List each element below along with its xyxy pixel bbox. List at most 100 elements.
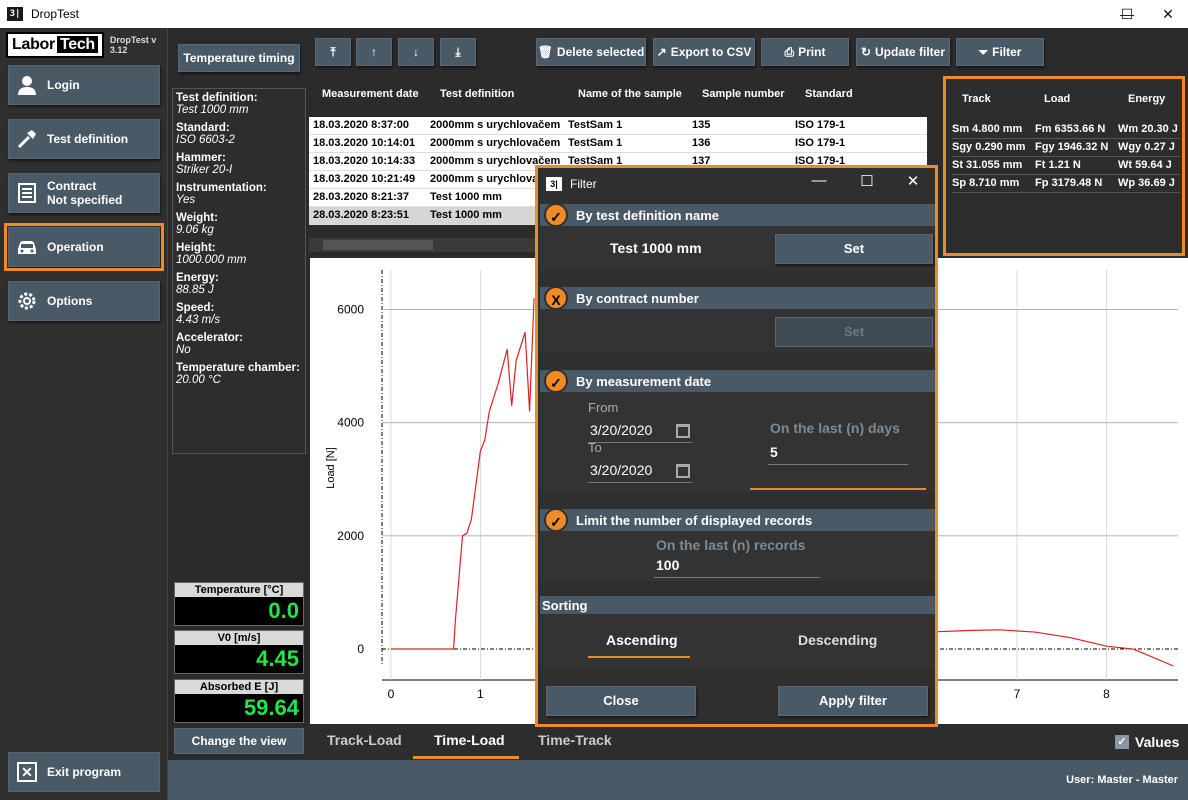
values-label: Values [1135,734,1180,750]
user-icon [15,73,39,97]
exit-icon: ✕ [17,762,37,782]
check-icon[interactable]: ✓ [544,369,568,393]
operation-label: Operation [47,240,104,254]
info-item: Hammer: Striker 20-I [176,152,233,176]
tab-time-track[interactable]: Time-Track [538,732,612,748]
to-date-input[interactable]: 3/20/2020 [590,462,652,478]
test-definition-button[interactable]: Test definition [8,119,160,159]
section-measurement-date[interactable]: ✓ By measurement date [540,369,935,393]
version-label: DropTest v 3.12 [109,35,157,55]
sort-descending[interactable]: Descending [798,632,877,648]
column-header[interactable]: Standard [805,88,853,100]
contract-button[interactable]: Contract Not specified [8,173,160,213]
load-series-line [390,298,535,650]
results-header-load: Load [1044,93,1071,105]
toolbar: ⤒ ↑ ↓ ⤓ 🗑 Delete selected ↗ Export to CSV … [309,28,1188,74]
close-icon[interactable]: ✕ [1150,0,1186,28]
set-contract-button[interactable]: Set [775,317,933,347]
check-icon[interactable]: ✓ [544,203,568,227]
column-header[interactable]: Test definition [440,88,514,100]
column-header[interactable]: Name of the sample [578,88,682,100]
tab-time-load[interactable]: Time-Load [434,732,505,748]
table-row[interactable]: 18.03.2020 10:14:01 2000mm s urychlovačem… [309,135,927,153]
y-tick-label: 2000 [337,529,364,543]
arrow-bottom-icon: ⤓ [455,44,461,59]
results-row: Sgy 0.290 mm Fgy 1946.32 N Wgy 0.27 J [952,139,1180,157]
section-contract-number[interactable]: X By contract number [540,286,935,310]
x-tick-label: 8 [1103,687,1110,701]
maximize-icon[interactable]: ☐ [1116,0,1138,28]
section-test-definition[interactable]: ✓ By test definition name [540,203,935,227]
last-records-label: On the last (n) records [656,537,806,553]
delete-selected-button[interactable]: 🗑 Delete selected [536,38,646,66]
hammer-icon [15,127,39,151]
set-test-definition-button[interactable]: Set [775,234,933,264]
cross-icon[interactable]: X [544,286,568,310]
scrollbar-thumb[interactable] [323,240,433,250]
to-label: To [588,440,602,455]
minimize-icon[interactable]: — [804,172,834,189]
check-icon[interactable]: ✓ [544,508,568,532]
move-down-button[interactable]: ↓ [398,38,434,66]
results-row: Sp 8.710 mm Fp 3179.48 N Wp 36.69 J [952,175,1180,193]
arrow-top-icon: ⤒ [330,44,336,59]
trash-icon: 🗑 [537,45,553,59]
last-records-underline [654,577,820,578]
section-limit-records[interactable]: ✓ Limit the number of displayed records [540,508,935,532]
to-underline [588,482,692,483]
dialog-title-bar: 3| Filter — ☐ ✕ [538,168,935,200]
change-view-button[interactable]: Change the view [174,728,304,754]
move-up-button[interactable]: ↑ [356,38,392,66]
login-button[interactable]: Login [8,65,160,105]
x-tick-label: 7 [1014,687,1021,701]
results-row: St 31.055 mm Ft 1.21 N Wt 59.64 J [952,157,1180,175]
sort-ascending[interactable]: Ascending [606,632,678,648]
status-bar: User: Master - Master [168,760,1188,800]
from-date-input[interactable]: 3/20/2020 [590,422,652,438]
printer-icon: ⎙ [784,44,795,59]
dialog-title: Filter [570,177,597,191]
section-body: On the last (n) records 100 [540,531,935,581]
info-item: Speed: 4.43 m/s [176,302,221,326]
app-icon: 3| [546,177,562,191]
info-item: Test definition: Test 1000 mm [176,92,258,116]
last-records-input[interactable]: 100 [656,557,679,573]
filter-button[interactable]: ⏷ Filter [956,38,1044,66]
exit-program-button[interactable]: ✕ Exit program [8,752,160,792]
print-button[interactable]: ⎙ Print [761,38,849,66]
values-checkbox[interactable]: ✓ Values [1115,734,1179,750]
last-days-input[interactable]: 5 [770,444,778,460]
calendar-icon[interactable] [676,424,690,438]
document-icon [15,181,39,205]
apply-filter-button[interactable]: Apply filter [778,686,928,716]
contract-value: Not specified [47,193,123,207]
filter-dialog: 3| Filter — ☐ ✕ ✓ By test definition nam… [535,165,938,727]
update-filter-button[interactable]: ↻ Update filter [856,38,950,66]
operation-button[interactable]: Operation [4,223,164,271]
table-row[interactable]: 18.03.2020 8:37:00 2000mm s urychlovačem T… [309,117,927,135]
close-button[interactable]: Close [546,686,696,716]
calendar-icon[interactable] [676,464,690,478]
column-header[interactable]: Measurement date [322,88,419,100]
options-button[interactable]: Options [8,281,160,321]
close-icon[interactable]: ✕ [898,172,928,190]
title-bar: 3| DropTest — ☐ ✕ [0,0,1188,28]
maximize-icon[interactable]: ☐ [852,172,882,190]
info-item: Accelerator: No [176,332,244,356]
x-tick-label: 1 [477,687,484,701]
move-top-button[interactable]: ⤒ [315,38,351,66]
move-bottom-button[interactable]: ⤓ [440,38,476,66]
absorbed-energy-readout: Absorbed E [J] 59.64 [174,679,304,723]
tab-track-load[interactable]: Track-Load [327,732,402,748]
v0-readout: V0 [m/s] 4.45 [174,630,304,674]
gear-icon [15,289,39,313]
options-label: Options [47,294,93,308]
from-underline [588,442,692,443]
active-tab-indicator [413,756,519,759]
brand: Labor Tech DropTest v 3.12 [6,32,166,58]
export-csv-button[interactable]: ↗ Export to CSV [653,38,755,66]
results-header-track: Track [962,93,991,105]
column-header[interactable]: Sample number [702,88,785,100]
temperature-timing-button[interactable]: Temperature timing [178,44,300,72]
car-icon [15,235,39,259]
